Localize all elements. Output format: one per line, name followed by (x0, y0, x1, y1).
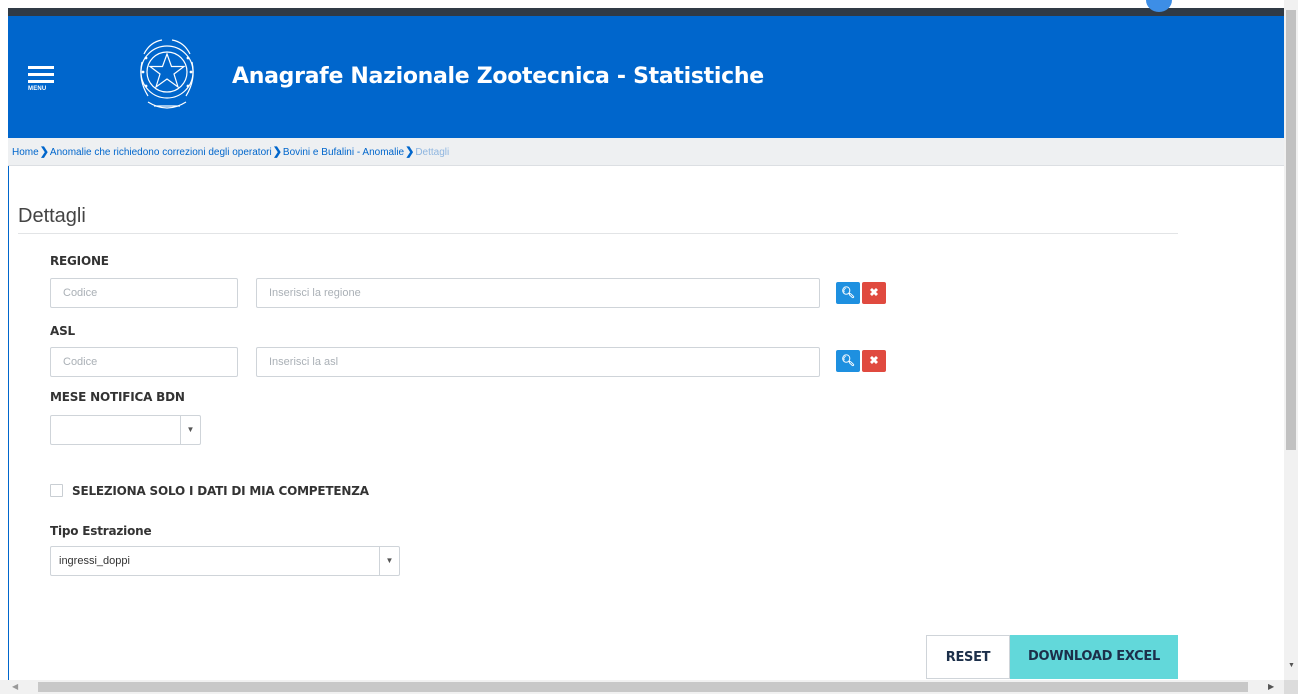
title-divider (18, 233, 1178, 234)
caret-down-icon: ▼ (379, 547, 399, 575)
top-dark-bar (8, 8, 1284, 16)
regione-search-button[interactable]: 🔍︎ (836, 282, 860, 304)
competenza-label: SELEZIONA SOLO I DATI DI MIA COMPETENZA (72, 484, 369, 498)
download-excel-button[interactable]: DOWNLOAD EXCEL (1010, 635, 1178, 679)
horizontal-scroll-thumb[interactable] (38, 682, 1248, 692)
vertical-scroll-thumb[interactable] (1286, 10, 1296, 450)
menu-button[interactable]: MENU (28, 66, 58, 96)
scroll-down-arrow-icon[interactable]: ▼ (1288, 662, 1295, 669)
asl-code-input[interactable]: Codice (50, 347, 238, 377)
search-icon: 🔍︎ (841, 287, 855, 299)
regione-clear-button[interactable]: ✖ (862, 282, 886, 304)
mese-label: MESE NOTIFICA BDN (50, 390, 185, 404)
competenza-checkbox[interactable] (50, 484, 63, 497)
top-strip (0, 0, 1284, 8)
asl-label: ASL (50, 324, 75, 338)
tipo-estrazione-label: Tipo Estrazione (50, 524, 152, 538)
scroll-left-arrow-icon[interactable]: ◀ (12, 682, 18, 691)
chevron-right-icon: ❯ (39, 146, 49, 158)
breadcrumb: Home❯Anomalie che richiedono correzioni … (8, 138, 1284, 166)
scroll-right-arrow-icon[interactable]: ▶ (1268, 682, 1274, 691)
breadcrumb-current: Dettagli (415, 147, 450, 158)
left-border (8, 166, 9, 680)
caret-down-icon: ▼ (180, 416, 200, 444)
hamburger-icon-bar (28, 80, 54, 83)
app-header: MENU Anagrafe Nazionale Zootecnica - Sta… (8, 16, 1284, 138)
times-icon: ✖ (869, 355, 879, 367)
hamburger-icon-bar (28, 73, 54, 76)
menu-label: MENU (28, 86, 47, 92)
chevron-right-icon: ❯ (272, 146, 282, 158)
asl-search-button[interactable]: 🔍︎ (836, 350, 860, 372)
times-icon: ✖ (869, 287, 879, 299)
regione-code-input[interactable]: Codice (50, 278, 238, 308)
breadcrumb-item-home[interactable]: Home (12, 147, 39, 158)
app-window: MENU Anagrafe Nazionale Zootecnica - Sta… (0, 0, 1298, 694)
regione-label: REGIONE (50, 254, 109, 268)
italian-emblem-logo (140, 39, 194, 109)
breadcrumb-item-bovini[interactable]: Bovini e Bufalini - Anomalie (283, 147, 404, 158)
asl-clear-button[interactable]: ✖ (862, 350, 886, 372)
search-icon: 🔍︎ (841, 355, 855, 367)
regione-name-input[interactable]: Inserisci la regione (256, 278, 820, 308)
reset-button[interactable]: RESET (926, 635, 1010, 679)
tipo-estrazione-select[interactable]: ingressi_doppi ▼ (50, 546, 400, 576)
mese-select[interactable]: ▼ (50, 415, 201, 445)
page-title: Dettagli (18, 205, 86, 227)
breadcrumb-item-anomalie[interactable]: Anomalie che richiedono correzioni degli… (50, 147, 272, 158)
tipo-estrazione-value: ingressi_doppi (59, 555, 130, 567)
hamburger-icon (28, 66, 54, 69)
asl-name-input[interactable]: Inserisci la asl (256, 347, 820, 377)
app-title: Anagrafe Nazionale Zootecnica - Statisti… (232, 64, 764, 89)
chevron-right-icon: ❯ (405, 146, 415, 158)
scrollbar-corner (1284, 680, 1298, 694)
